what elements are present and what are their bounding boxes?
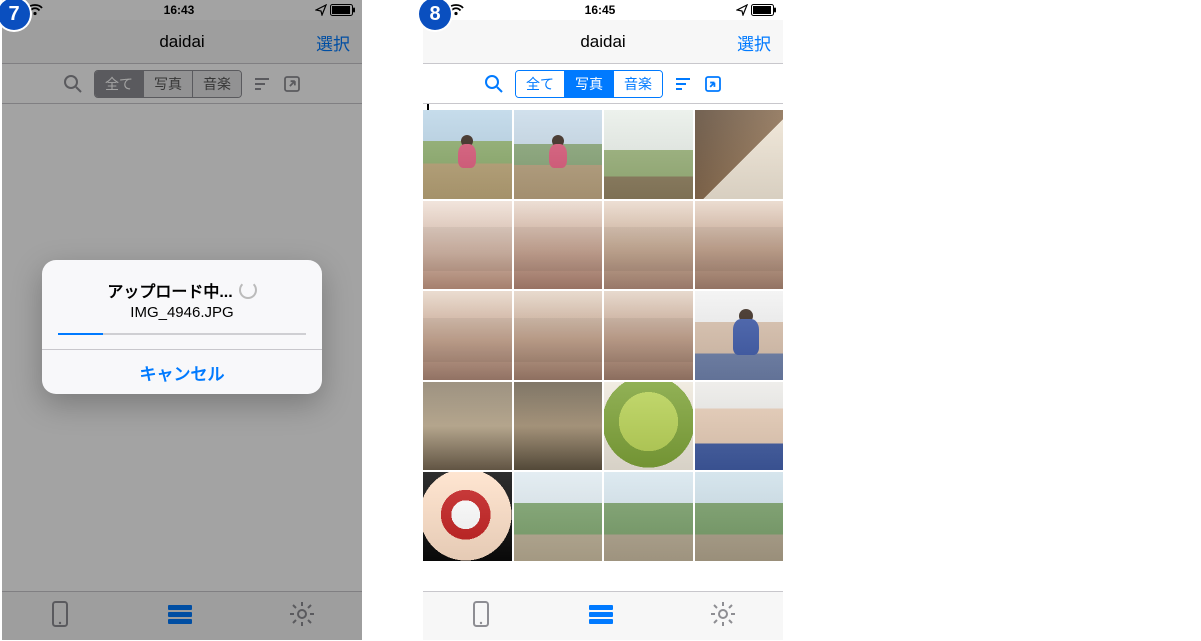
phone-screenshot-left: 7 16:43 daidai: [2, 0, 362, 640]
filter-toolbar: 全て 写真 音楽: [423, 64, 783, 104]
battery-icon: [330, 4, 356, 16]
upload-progress-bar: [58, 333, 103, 335]
nav-title: daidai: [580, 32, 625, 52]
photo-thumbnail[interactable]: [695, 291, 784, 380]
location-icon: [736, 4, 748, 16]
tab-device[interactable]: [49, 600, 71, 633]
status-time: 16:45: [585, 3, 616, 17]
spinner-icon: [239, 281, 257, 299]
photo-thumbnail[interactable]: [695, 110, 784, 199]
tab-settings[interactable]: [289, 601, 315, 632]
search-icon[interactable]: [62, 74, 84, 94]
photo-thumbnail[interactable]: [514, 291, 603, 380]
navigation-bar: daidai 選択: [423, 20, 783, 64]
filter-segmented[interactable]: 全て 写真 音楽: [515, 70, 663, 98]
segment-all[interactable]: 全て: [516, 71, 565, 97]
photo-thumbnail[interactable]: [514, 110, 603, 199]
photo-thumbnail[interactable]: [604, 201, 693, 290]
photo-thumbnail[interactable]: [604, 472, 693, 561]
select-button[interactable]: 選択: [737, 20, 771, 64]
photo-thumbnail[interactable]: [423, 382, 512, 471]
filter-toolbar: 全て 写真 音楽: [2, 64, 362, 104]
search-icon[interactable]: [483, 74, 505, 94]
sort-icon[interactable]: [673, 75, 693, 93]
sort-icon[interactable]: [252, 75, 272, 93]
filter-segmented[interactable]: 全て 写真 音楽: [94, 70, 242, 98]
photo-thumbnail[interactable]: [604, 110, 693, 199]
tab-device[interactable]: [470, 600, 492, 633]
navigation-bar: daidai 選択: [2, 20, 362, 64]
upload-dialog: アップロード中... IMG_4946.JPG キャンセル: [42, 260, 322, 394]
upload-filename: IMG_4946.JPG: [58, 304, 306, 321]
tab-bar: [423, 591, 783, 640]
share-icon[interactable]: [703, 75, 723, 93]
status-time: 16:43: [164, 3, 195, 17]
tab-storage[interactable]: [166, 603, 194, 630]
phone-screenshot-right: 8 16:45 daidai 選択 全て: [423, 0, 783, 640]
photo-thumbnail[interactable]: [514, 472, 603, 561]
photo-thumbnail[interactable]: [695, 382, 784, 471]
photo-thumbnail[interactable]: [423, 201, 512, 290]
status-bar: 16:45: [423, 0, 783, 20]
photo-thumbnail[interactable]: [695, 201, 784, 290]
battery-icon: [751, 4, 777, 16]
content-area[interactable]: [423, 104, 783, 591]
photo-thumbnail[interactable]: [604, 382, 693, 471]
photo-grid[interactable]: [423, 104, 783, 561]
tab-storage[interactable]: [587, 603, 615, 630]
status-bar: 16:43: [2, 0, 362, 20]
select-button[interactable]: 選択: [316, 20, 350, 64]
tab-settings[interactable]: [710, 601, 736, 632]
cancel-button[interactable]: キャンセル: [42, 350, 322, 394]
share-icon[interactable]: [282, 75, 302, 93]
photo-thumbnail[interactable]: [423, 472, 512, 561]
segment-all[interactable]: 全て: [95, 71, 144, 97]
segment-music[interactable]: 音楽: [614, 71, 662, 97]
photo-thumbnail[interactable]: [423, 291, 512, 380]
photo-thumbnail[interactable]: [423, 110, 512, 199]
segment-photos[interactable]: 写真: [144, 71, 193, 97]
photo-thumbnail[interactable]: [695, 472, 784, 561]
upload-progress: [58, 333, 306, 335]
nav-title: daidai: [159, 32, 204, 52]
photo-thumbnail[interactable]: [514, 201, 603, 290]
segment-photos[interactable]: 写真: [565, 71, 614, 97]
segment-music[interactable]: 音楽: [193, 71, 241, 97]
tab-bar: [2, 591, 362, 640]
upload-title: アップロード中...: [107, 278, 232, 302]
location-icon: [315, 4, 327, 16]
photo-thumbnail[interactable]: [514, 382, 603, 471]
photo-thumbnail[interactable]: [604, 291, 693, 380]
